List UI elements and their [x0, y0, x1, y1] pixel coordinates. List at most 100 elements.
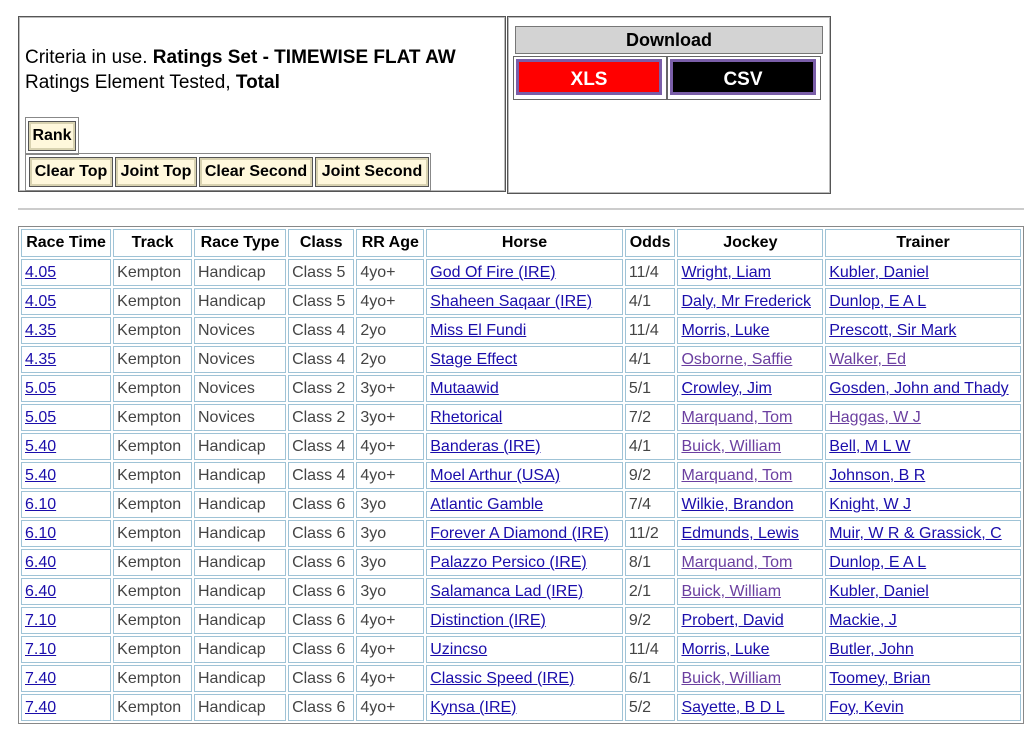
joint-second-button[interactable]: Joint Second: [315, 157, 429, 187]
trainer-link[interactable]: Dunlop, E A L: [829, 293, 926, 310]
horse-link[interactable]: Atlantic Gamble: [430, 496, 543, 513]
odds-cell: 9/2: [624, 462, 676, 489]
jockey-link[interactable]: Marquand, Tom: [681, 409, 792, 426]
trainer-link[interactable]: Kubler, Daniel: [829, 583, 929, 600]
age-cell: 3yo+: [356, 375, 425, 402]
race-time-link[interactable]: 6.40: [25, 583, 56, 600]
trainer-cell: Toomey, Brian: [825, 665, 1021, 692]
race-time-link[interactable]: 7.40: [25, 699, 56, 716]
jockey-cell: Marquand, Tom: [677, 462, 824, 489]
race-time-link[interactable]: 5.40: [25, 467, 56, 484]
race-time-link[interactable]: 4.35: [25, 322, 56, 339]
horse-link[interactable]: Classic Speed (IRE): [430, 670, 574, 687]
age-cell: 3yo: [356, 549, 425, 576]
trainer-link[interactable]: Foy, Kevin: [829, 699, 903, 716]
race-time-link[interactable]: 4.35: [25, 351, 56, 368]
horse-link[interactable]: Forever A Diamond (IRE): [430, 525, 609, 542]
horse-link[interactable]: God Of Fire (IRE): [430, 264, 555, 281]
trainer-cell: Prescott, Sir Mark: [825, 317, 1021, 344]
trainer-link[interactable]: Prescott, Sir Mark: [829, 322, 956, 339]
race-time-link[interactable]: 7.10: [25, 641, 56, 658]
horse-link[interactable]: Shaheen Saqaar (IRE): [430, 293, 592, 310]
horse-link[interactable]: Moel Arthur (USA): [430, 467, 560, 484]
horse-link[interactable]: Stage Effect: [430, 351, 517, 368]
age-cell: 4yo+: [356, 288, 425, 315]
trainer-link[interactable]: Knight, W J: [829, 496, 911, 513]
jockey-link[interactable]: Marquand, Tom: [681, 554, 792, 571]
race-time-cell: 6.10: [21, 520, 112, 547]
trainer-link[interactable]: Muir, W R & Grassick, C: [829, 525, 1001, 542]
trainer-link[interactable]: Toomey, Brian: [829, 670, 930, 687]
horse-cell: Distinction (IRE): [426, 607, 623, 634]
clear-second-button[interactable]: Clear Second: [199, 157, 313, 187]
jockey-link[interactable]: Edmunds, Lewis: [681, 525, 798, 542]
jockey-link[interactable]: Morris, Luke: [681, 641, 769, 658]
column-header-race-time: Race Time: [21, 229, 112, 257]
trainer-link[interactable]: Walker, Ed: [829, 351, 906, 368]
odds-cell: 7/2: [624, 404, 676, 431]
jockey-link[interactable]: Crowley, Jim: [681, 380, 771, 397]
race-time-link[interactable]: 4.05: [25, 264, 56, 281]
trainer-link[interactable]: Bell, M L W: [829, 438, 910, 455]
trainer-link[interactable]: Dunlop, E A L: [829, 554, 926, 571]
jockey-link[interactable]: Probert, David: [681, 612, 783, 629]
download-csv-button[interactable]: CSV: [670, 59, 816, 95]
race-time-link[interactable]: 4.05: [25, 293, 56, 310]
jockey-link[interactable]: Sayette, B D L: [681, 699, 784, 716]
results-table: Race Time Track Race Type Class RR Age Horse O…: [18, 226, 1024, 724]
horse-link[interactable]: Mutaawid: [430, 380, 498, 397]
horse-link[interactable]: Miss El Fundi: [430, 322, 526, 339]
jockey-link[interactable]: Wilkie, Brandon: [681, 496, 793, 513]
clear-top-button[interactable]: Clear Top: [29, 157, 113, 187]
download-xls-button[interactable]: XLS: [516, 59, 662, 95]
race-time-cell: 5.05: [21, 375, 112, 402]
horse-link[interactable]: Uzincso: [430, 641, 487, 658]
ratings-element: Total: [235, 72, 280, 93]
jockey-link[interactable]: Marquand, Tom: [681, 467, 792, 484]
track-cell: Kempton: [113, 259, 192, 286]
race-time-link[interactable]: 6.10: [25, 496, 56, 513]
joint-top-button[interactable]: Joint Top: [115, 157, 197, 187]
age-cell: 4yo+: [356, 665, 425, 692]
race-time-link[interactable]: 7.40: [25, 670, 56, 687]
track-cell: Kempton: [113, 578, 192, 605]
odds-cell: 4/1: [624, 288, 676, 315]
horse-link[interactable]: Rhetorical: [430, 409, 502, 426]
horse-link[interactable]: Banderas (IRE): [430, 438, 540, 455]
trainer-cell: Knight, W J: [825, 491, 1021, 518]
jockey-cell: Wilkie, Brandon: [677, 491, 824, 518]
trainer-link[interactable]: Haggas, W J: [829, 409, 921, 426]
race-time-link[interactable]: 6.40: [25, 554, 56, 571]
race-time-link[interactable]: 5.40: [25, 438, 56, 455]
horse-link[interactable]: Kynsa (IRE): [430, 699, 516, 716]
horse-link[interactable]: Palazzo Persico (IRE): [430, 554, 587, 571]
race-time-link[interactable]: 6.10: [25, 525, 56, 542]
trainer-link[interactable]: Gosden, John and Thady: [829, 380, 1008, 397]
jockey-link[interactable]: Buick, William: [681, 438, 781, 455]
jockey-link[interactable]: Buick, William: [681, 583, 781, 600]
jockey-link[interactable]: Morris, Luke: [681, 322, 769, 339]
horse-link[interactable]: Salamanca Lad (IRE): [430, 583, 583, 600]
class-cell: Class 4: [288, 346, 355, 373]
race-type-cell: Handicap: [194, 636, 287, 663]
jockey-link[interactable]: Osborne, Saffie: [681, 351, 792, 368]
race-time-link[interactable]: 5.05: [25, 380, 56, 397]
trainer-link[interactable]: Mackie, J: [829, 612, 897, 629]
jockey-link[interactable]: Daly, Mr Frederick: [681, 293, 811, 310]
race-time-link[interactable]: 7.10: [25, 612, 56, 629]
horse-link[interactable]: Distinction (IRE): [430, 612, 546, 629]
odds-cell: 11/2: [624, 520, 676, 547]
race-time-cell: 4.35: [21, 346, 112, 373]
rank-button[interactable]: Rank: [28, 121, 76, 151]
trainer-link[interactable]: Johnson, B R: [829, 467, 925, 484]
trainer-link[interactable]: Kubler, Daniel: [829, 264, 929, 281]
trainer-link[interactable]: Butler, John: [829, 641, 914, 658]
class-cell: Class 6: [288, 694, 355, 721]
jockey-link[interactable]: Buick, William: [681, 670, 781, 687]
race-time-cell: 4.05: [21, 259, 112, 286]
race-time-link[interactable]: 5.05: [25, 409, 56, 426]
jockey-link[interactable]: Wright, Liam: [681, 264, 771, 281]
odds-cell: 7/4: [624, 491, 676, 518]
table-row: 4.35 Kempton Novices Class 4 2yo Miss El Fund…: [21, 317, 1021, 344]
horse-cell: Kynsa (IRE): [426, 694, 623, 721]
